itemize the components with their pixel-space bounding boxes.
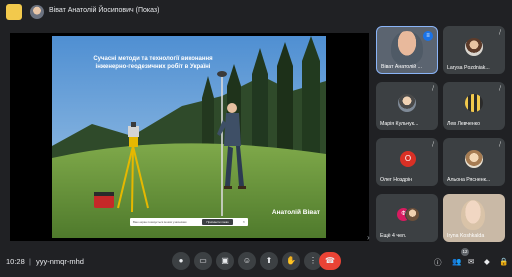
more-participants-avatars: Ф [396,207,420,222]
participant-video [461,200,485,230]
participant-name: Марія Кульчук... [380,121,419,127]
meeting-code: yyy-nmqr-mhd [36,257,84,266]
bottom-bar: 10:28 | yyy-nmqr-mhd ● ▭ ▣ ☺ ⬆ ✋ ⋮ ☎ ⓘ 1… [0,245,512,277]
close-icon[interactable]: × [243,219,245,224]
raise-hand-icon[interactable]: ✋ [282,252,300,270]
separator: | [29,257,31,266]
avatar [465,150,483,168]
top-bar: Віват Анатолій Йосипович (Показ) [0,0,512,24]
chevron-right-icon[interactable]: › [367,233,370,242]
participant-name: Larysa Pozdniak... [447,65,490,71]
clock: 10:28 [6,257,25,266]
speaking-indicator-icon: ≡ [423,31,433,41]
present-icon[interactable]: ⬆ [260,252,278,270]
avatar: О [400,151,416,167]
presentation-stage: Сучасні методи та технології виконання і… [10,33,370,242]
avatar [398,94,416,112]
presentation-slide: Сучасні методи та технології виконання і… [52,36,326,238]
mic-off-icon: ⧸ [431,142,434,148]
screen-share-notice-text: Ваш екран показується іншим учасникам [133,220,187,224]
presenter-title: Віват Анатолій Йосипович (Показ) [49,7,160,14]
more-participants-tile[interactable]: Ф Ещё 4 чел. [376,194,438,242]
participant-name: Альона Рясненк... [447,177,491,183]
chat-icon[interactable]: ✉ [468,257,474,266]
participant-tile[interactable]: ⧸ Альона Рясненк... [443,138,505,186]
mic-off-icon: ⧸ [431,86,434,92]
participant-name: Iryna Koshkalda [447,233,485,239]
participant-tile[interactable]: О ⧸ Олег Ноздрін [376,138,438,186]
info-icon[interactable]: ⓘ [434,257,442,268]
presenter-avatar [30,5,44,19]
participant-tile[interactable]: Iryna Koshkalda [443,194,505,242]
microphone-icon[interactable]: ● [172,252,190,270]
activities-icon[interactable]: ◆ [484,257,490,266]
meeting-badge-icon [6,4,22,20]
captions-icon[interactable]: ▣ [216,252,234,270]
people-icon[interactable]: 👥 [452,257,461,266]
participant-tile[interactable]: ⧸ Larysa Pozdniak... [443,26,505,74]
stop-presenting-button[interactable]: Припинити показ [202,219,233,225]
participant-video [391,31,423,65]
avatar [465,94,483,112]
participant-name: Олег Ноздрін [380,177,412,183]
slide-title: Сучасні методи та технології виконання і… [93,56,213,70]
avatar [465,38,483,56]
participant-name: Лев Левченко [447,121,480,127]
participant-tile[interactable]: ⧸ Лев Левченко [443,82,505,130]
mic-off-icon: ⧸ [498,142,501,148]
participant-tile[interactable]: ≡ Віват Анатолій ... [376,26,438,74]
emoji-icon[interactable]: ☺ [238,252,256,270]
mic-off-icon: ⧸ [498,86,501,92]
avatar [405,207,420,222]
screen-share-notice: Ваш екран показується іншим учасникам Пр… [130,218,248,226]
participant-name: Віват Анатолій ... [381,64,422,70]
slide-author: Анатолій Віват [271,209,320,216]
mic-off-icon: ⧸ [498,30,501,36]
leave-call-icon[interactable]: ☎ [319,252,341,270]
participant-tile[interactable]: ⧸ Марія Кульчук... [376,82,438,130]
people-count-badge: 12 [461,248,469,256]
camera-icon[interactable]: ▭ [194,252,212,270]
more-participants-label: Ещё 4 чел. [380,233,407,239]
lock-icon[interactable]: 🔒 [499,257,508,266]
